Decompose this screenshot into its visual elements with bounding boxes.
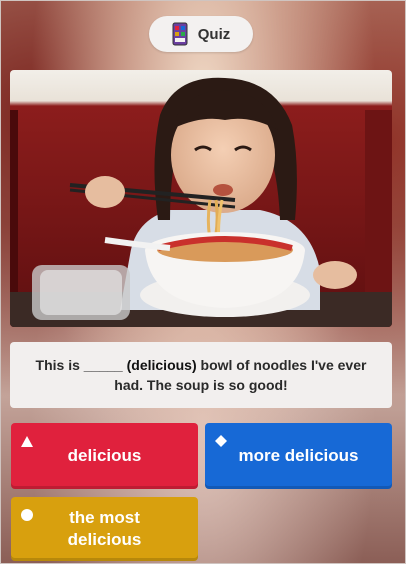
question-part1: This is _____ xyxy=(35,357,127,373)
question-photo xyxy=(10,70,392,327)
answer-button-delicious[interactable]: delicious xyxy=(11,423,198,489)
answer-label: more delicious xyxy=(238,446,359,465)
answer-button-more-delicious[interactable]: more delicious xyxy=(205,423,392,489)
diamond-icon xyxy=(215,431,227,453)
answer-label: the most delicious xyxy=(67,508,142,549)
quiz-badge: Quiz xyxy=(149,16,253,52)
quiz-label: Quiz xyxy=(197,25,231,43)
question-hint: (delicious) xyxy=(126,357,197,373)
quiz-cards-icon xyxy=(172,22,188,46)
answer-label: delicious xyxy=(67,446,142,465)
circle-icon xyxy=(21,505,33,527)
answer-button-the-most-delicious[interactable]: the most delicious xyxy=(11,497,198,561)
question-text: This is _____ (delicious) bowl of noodle… xyxy=(10,342,392,408)
triangle-icon xyxy=(21,431,33,453)
